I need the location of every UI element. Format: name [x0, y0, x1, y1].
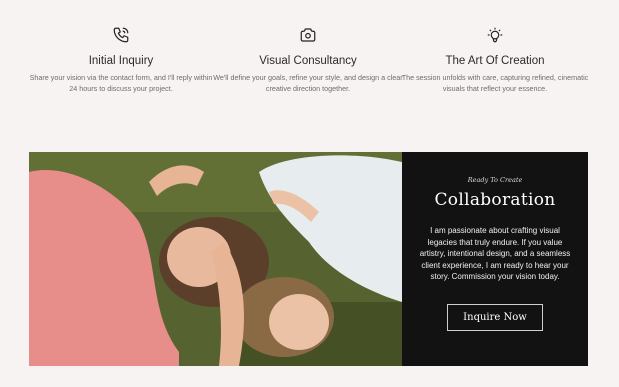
feature-heading: Collaboration — [434, 190, 556, 210]
collaboration-feature: Ready To Create Collaboration I am passi… — [29, 152, 588, 366]
step-description: The session unfolds with care, capturing… — [401, 73, 589, 93]
feature-photo-illustration — [29, 152, 402, 366]
step-title: Initial Inquiry — [88, 55, 154, 67]
process-steps: Initial Inquiry Share your vision via th… — [0, 0, 619, 140]
step-description: Share your vision via the contact form, … — [29, 73, 213, 93]
step-initial-inquiry: Initial Inquiry Share your vision via th… — [26, 26, 216, 94]
collaboration-panel: Ready To Create Collaboration I am passi… — [402, 152, 588, 366]
feature-photo — [29, 152, 402, 366]
lightbulb-icon — [487, 27, 503, 43]
camera-icon — [300, 28, 316, 42]
inquire-now-button[interactable]: Inquire Now — [447, 303, 543, 331]
step-title: The Art Of Creation — [445, 55, 545, 67]
feature-kicker: Ready To Create — [467, 176, 523, 184]
step-art-of-creation: The Art Of Creation The session unfolds … — [400, 26, 590, 94]
phone-call-icon — [113, 27, 129, 43]
step-description: We'll define your goals, refine your sty… — [213, 73, 403, 93]
step-title: Visual Consultancy — [259, 55, 357, 67]
step-visual-consultancy: Visual Consultancy We'll define your goa… — [213, 26, 403, 94]
feature-body: I am passionate about crafting visual le… — [419, 226, 571, 281]
